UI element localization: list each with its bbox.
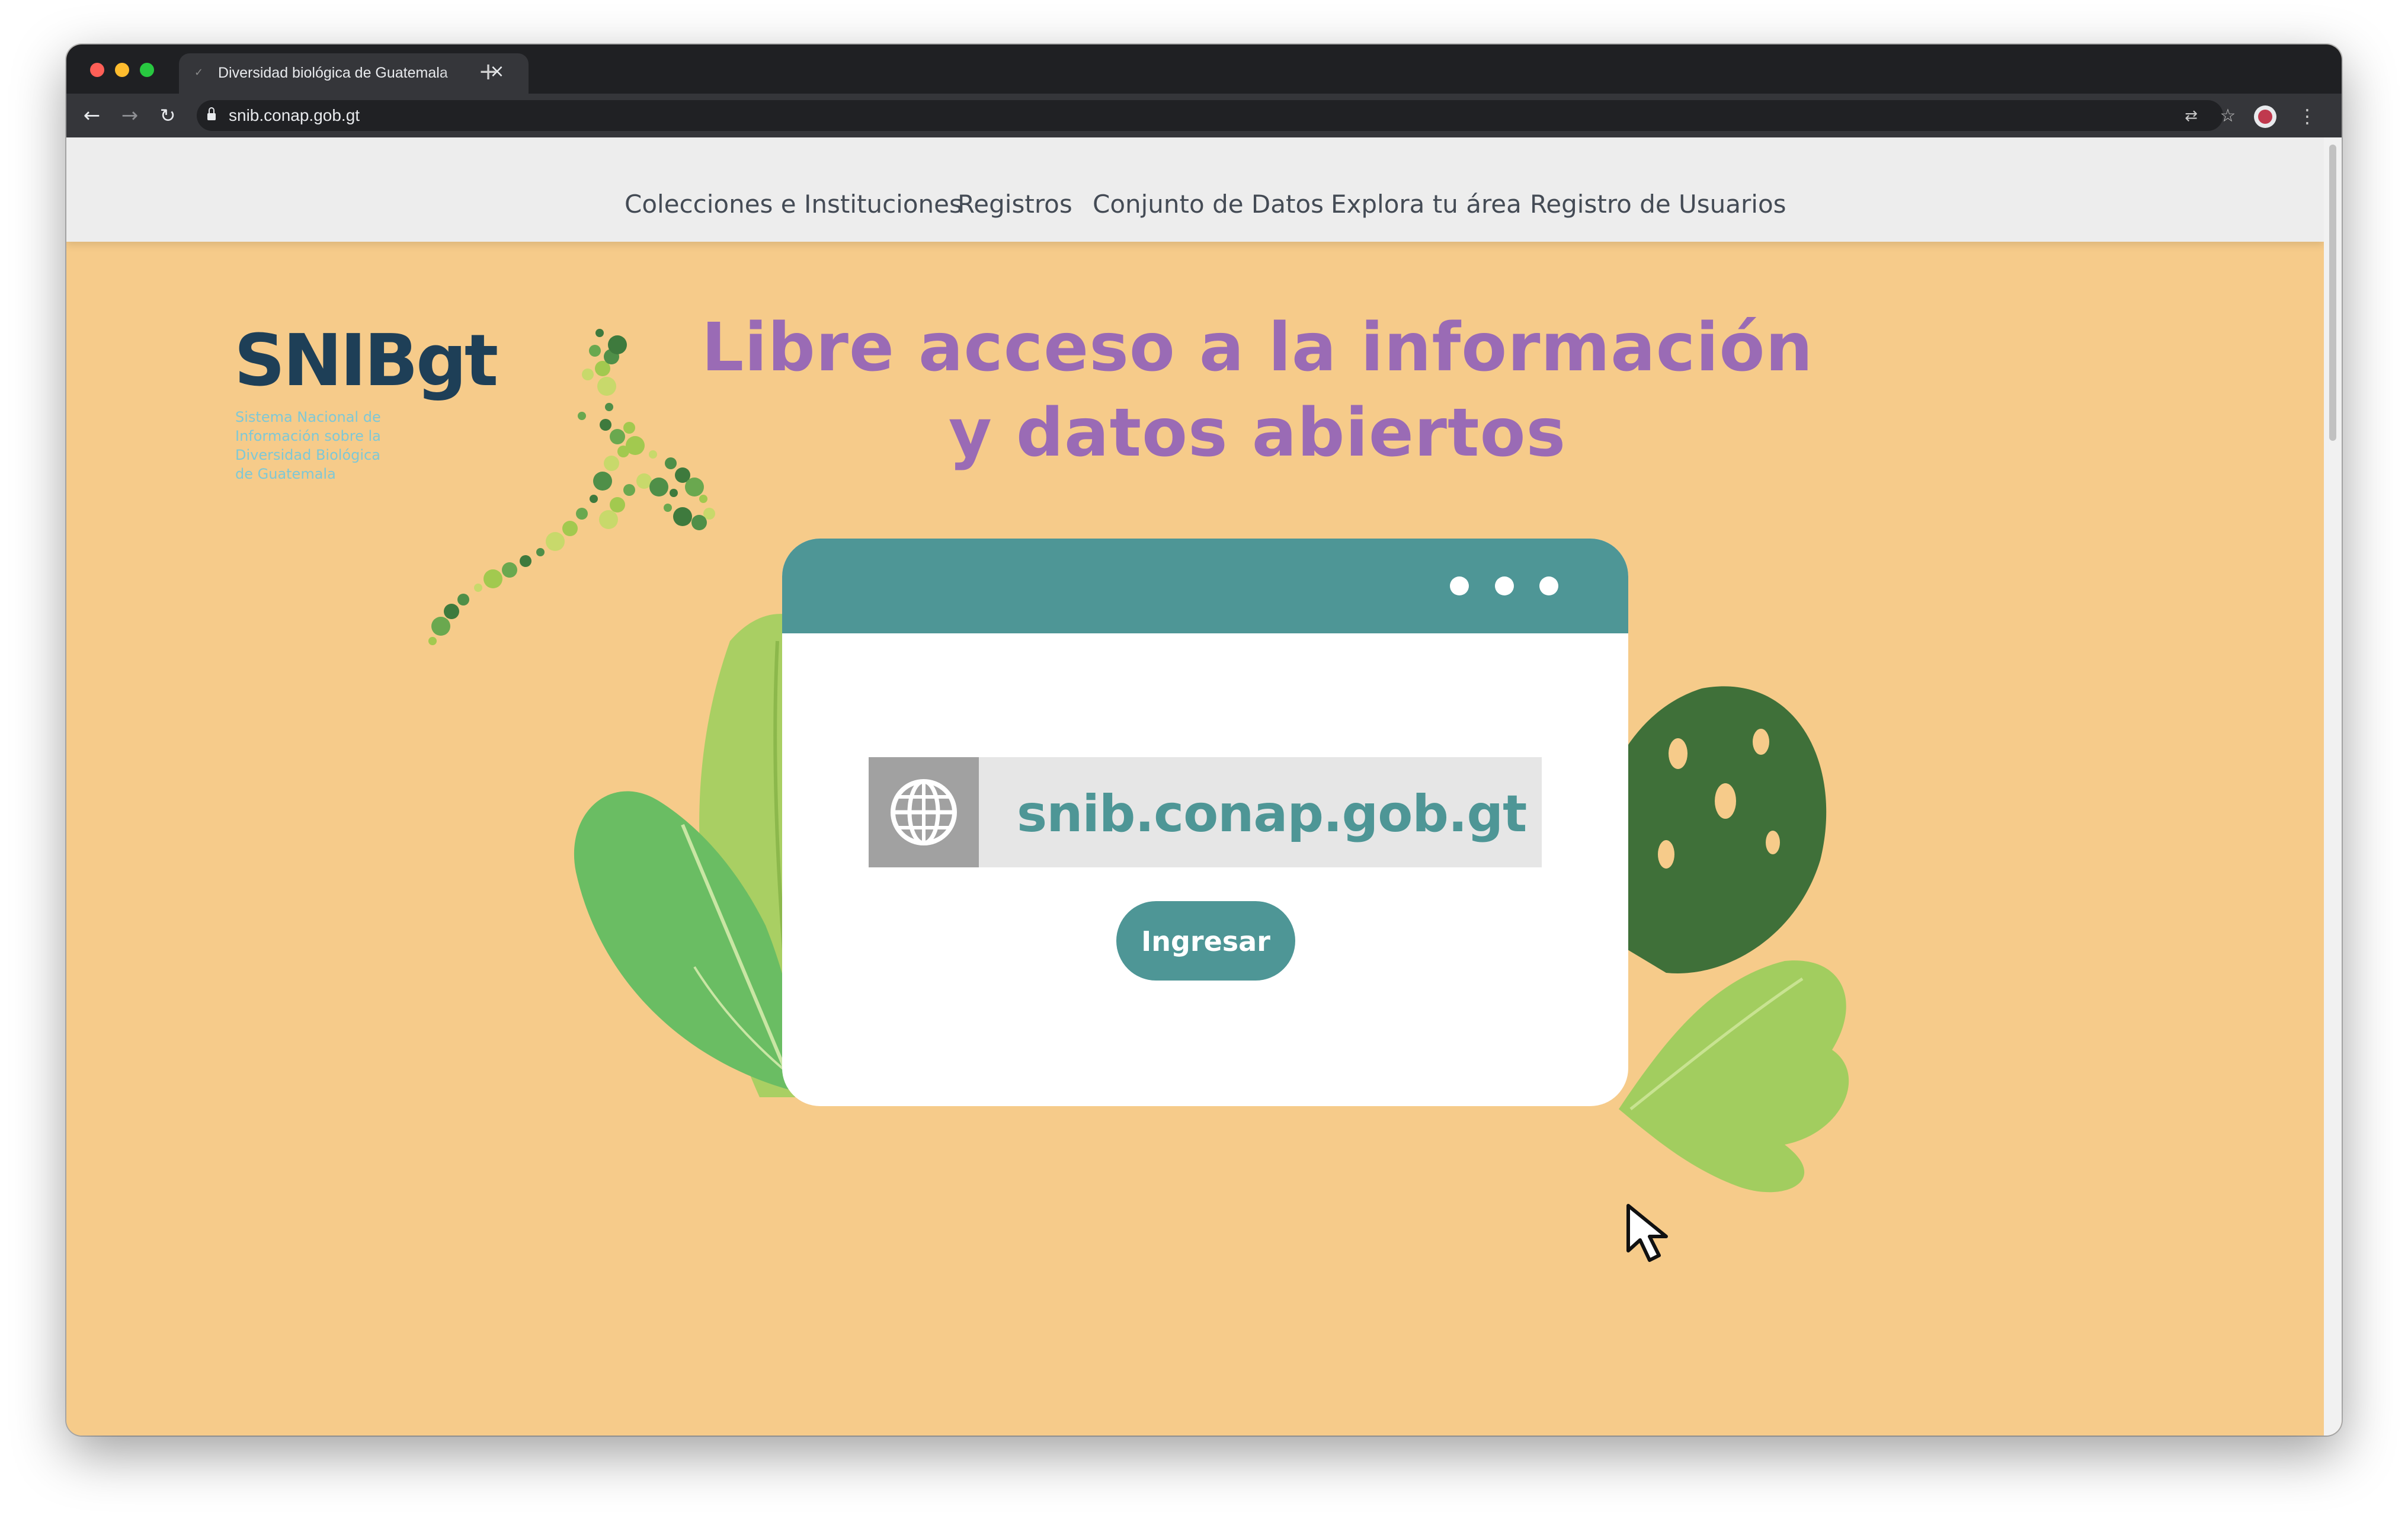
- maximize-window-button[interactable]: [140, 63, 154, 77]
- minimize-window-button[interactable]: [115, 63, 129, 77]
- tab-title: Diversidad biológica de Guatemala: [218, 65, 448, 81]
- scrollbar-thumb[interactable]: [2329, 145, 2336, 441]
- page-viewport: Colecciones e Instituciones Registros Co…: [66, 137, 2324, 1436]
- translate-icon[interactable]: ⇄: [2179, 104, 2203, 128]
- forward-arrow-icon[interactable]: →: [116, 102, 143, 129]
- hero-headline: Libre acceso a la información y datos ab…: [701, 309, 1814, 472]
- close-window-button[interactable]: [90, 63, 104, 77]
- back-arrow-icon[interactable]: ←: [78, 102, 105, 129]
- page-scrollbar[interactable]: [2324, 137, 2342, 1436]
- site-url-box: snib.conap.gob.gt: [869, 757, 1542, 867]
- favicon-icon: ✓: [194, 66, 204, 79]
- arrow-cursor-icon: [1626, 1204, 1668, 1262]
- lock-icon: [207, 107, 216, 120]
- browser-toolbar: ← → ↻ snib.conap.gob.gt ⇄ ☆ ⋮: [66, 94, 2342, 137]
- browser-window: ✓ Diversidad biológica de Guatemala × + …: [66, 44, 2342, 1436]
- globe-icon: [869, 757, 979, 867]
- address-bar[interactable]: snib.conap.gob.gt: [197, 100, 2223, 131]
- site-url-text: snib.conap.gob.gt: [1017, 784, 1527, 844]
- more-menu-icon[interactable]: ⋮: [2295, 104, 2319, 128]
- reload-icon[interactable]: ↻: [154, 102, 181, 129]
- ingresar-button[interactable]: Ingresar: [1116, 901, 1295, 981]
- bookmark-star-icon[interactable]: ☆: [2216, 104, 2240, 128]
- address-bar-url[interactable]: snib.conap.gob.gt: [229, 106, 360, 125]
- profile-avatar[interactable]: [2254, 105, 2276, 128]
- new-tab-button[interactable]: +: [476, 60, 500, 85]
- browser-illustration-card: snib.conap.gob.gt Ingresar: [782, 539, 1628, 1106]
- tab-bar: ✓ Diversidad biológica de Guatemala × +: [66, 44, 2342, 94]
- card-header: [782, 539, 1628, 633]
